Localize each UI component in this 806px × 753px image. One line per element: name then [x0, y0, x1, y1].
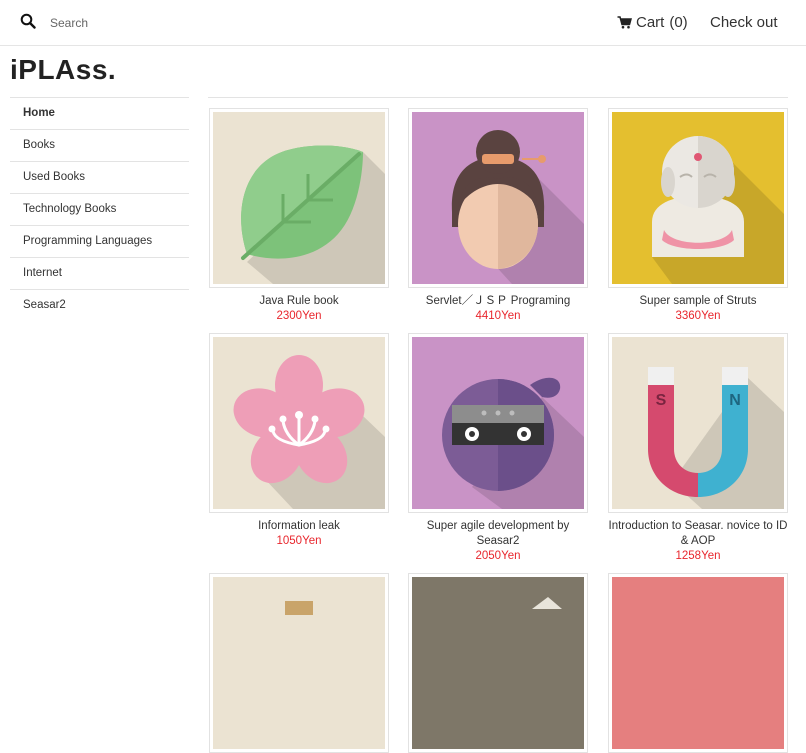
product-thumbnail[interactable]	[209, 108, 389, 288]
product-card[interactable]: Java Rule book 2300Yen	[209, 108, 389, 324]
product-name[interactable]: Information leak	[209, 519, 389, 534]
category-sidebar: Home Books Used Books Technology Books P…	[10, 97, 189, 321]
cart-label: Cart	[636, 14, 665, 31]
product-card[interactable]: Servlet／ＪＳＰ Programing 4410Yen	[408, 108, 588, 324]
product-card[interactable]: Information leak 1050Yen	[209, 333, 389, 549]
product-price: 2050Yen	[475, 550, 521, 562]
product-price: 2300Yen	[276, 310, 322, 322]
product-image-icon	[412, 577, 584, 749]
product-name[interactable]: Servlet／ＪＳＰ Programing	[408, 294, 588, 309]
top-bar: Cart (0) Check out	[0, 0, 806, 46]
product-thumbnail[interactable]	[408, 333, 588, 513]
product-thumbnail[interactable]	[608, 573, 788, 753]
product-card[interactable]	[608, 573, 788, 753]
product-thumbnail[interactable]: S N	[608, 333, 788, 513]
product-name[interactable]: Super agile development by Seasar2	[408, 519, 588, 549]
ninja-icon	[412, 337, 584, 509]
search-icon[interactable]	[20, 13, 36, 29]
product-thumbnail[interactable]	[408, 108, 588, 288]
sidebar-item-internet[interactable]: Internet	[10, 257, 189, 289]
magnet-north-label: N	[729, 392, 741, 409]
product-price: 4410Yen	[475, 310, 521, 322]
cart-count: (0)	[669, 14, 688, 31]
product-thumbnail[interactable]	[608, 108, 788, 288]
product-thumbnail[interactable]	[209, 573, 389, 753]
site-logo[interactable]: iPLAss.	[10, 54, 116, 86]
product-card[interactable]: Super sample of Struts 3360Yen	[608, 108, 788, 324]
checkout-link[interactable]: Check out	[710, 14, 778, 31]
cart-link[interactable]: Cart (0)	[617, 14, 688, 31]
product-image-icon	[213, 577, 385, 749]
product-name[interactable]: Java Rule book	[209, 294, 389, 309]
product-name[interactable]: Super sample of Struts	[608, 294, 788, 309]
sidebar-item-technology-books[interactable]: Technology Books	[10, 193, 189, 225]
product-card[interactable]: Super agile development by Seasar2 2050Y…	[408, 333, 588, 564]
jizo-statue-icon	[612, 112, 784, 284]
leaf-icon	[213, 112, 385, 284]
content-divider	[208, 97, 788, 98]
product-card[interactable]: S N Introduction to Seasar. novice to ID…	[608, 333, 788, 564]
cart-icon	[617, 16, 632, 29]
product-name[interactable]: Introduction to Seasar. novice to ID & A…	[608, 519, 788, 549]
sidebar-item-programming-languages[interactable]: Programming Languages	[10, 225, 189, 257]
product-price: 1050Yen	[276, 535, 322, 547]
product-price: 1258Yen	[675, 550, 721, 562]
product-image-icon	[612, 577, 784, 749]
sidebar-item-books[interactable]: Books	[10, 129, 189, 161]
product-card[interactable]	[209, 573, 389, 753]
geisha-icon	[412, 112, 584, 284]
product-thumbnail[interactable]	[209, 333, 389, 513]
product-card[interactable]	[408, 573, 588, 753]
sidebar-item-used-books[interactable]: Used Books	[10, 161, 189, 193]
sidebar-item-seasar2[interactable]: Seasar2	[10, 289, 189, 321]
sidebar-item-home[interactable]: Home	[10, 97, 189, 129]
search-input[interactable]	[48, 10, 312, 36]
magnet-icon: S N	[612, 337, 784, 509]
sakura-flower-icon	[213, 337, 385, 509]
product-thumbnail[interactable]	[408, 573, 588, 753]
magnet-south-label: S	[656, 392, 667, 409]
product-price: 3360Yen	[675, 310, 721, 322]
